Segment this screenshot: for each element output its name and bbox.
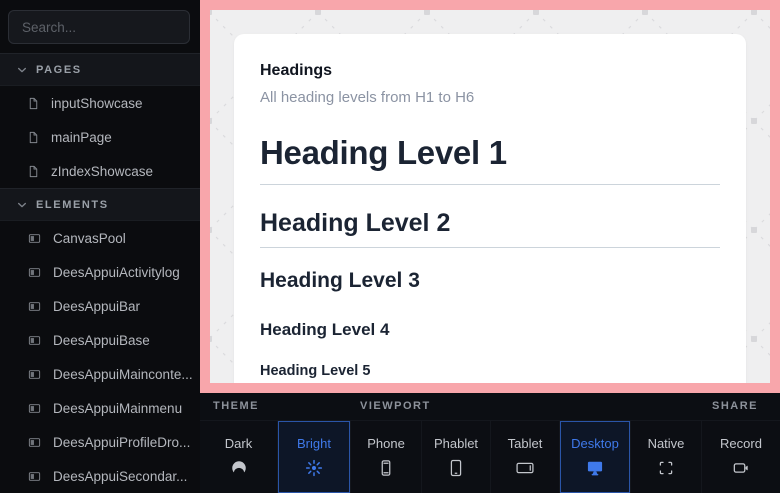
- sidebar-item-label: inputShowcase: [51, 96, 143, 111]
- tablet-icon: [515, 458, 535, 478]
- sidebar-item-deesappuimainmenu[interactable]: DeesAppuiMainmenu: [0, 391, 200, 425]
- button-label: Phone: [367, 436, 405, 451]
- sidebar-item-inputshowcase[interactable]: inputShowcase: [0, 86, 200, 120]
- phablet-viewport-button[interactable]: Phablet: [421, 421, 490, 493]
- sidebar-item-label: mainPage: [51, 130, 112, 145]
- sidebar-section-pages[interactable]: PAGES: [0, 53, 200, 86]
- sidebar-item-label: DeesAppuiBase: [53, 333, 150, 348]
- heading-level-5: Heading Level 5: [260, 364, 720, 379]
- section-label: ELEMENTS: [36, 199, 109, 211]
- element-icon: [27, 368, 42, 381]
- element-icon: [27, 300, 42, 313]
- button-label: Desktop: [571, 436, 619, 451]
- search-box: [0, 0, 200, 53]
- dark-theme-button[interactable]: Dark: [200, 421, 277, 493]
- tablet-viewport-button[interactable]: Tablet: [490, 421, 559, 493]
- sidebar: PAGES inputShowcase mainPage zIndexShowc…: [0, 0, 200, 493]
- divider: [260, 184, 720, 185]
- element-icon: [27, 402, 42, 415]
- button-label: Phablet: [434, 436, 478, 451]
- phone-viewport-button[interactable]: Phone: [350, 421, 421, 493]
- main-area: Headings All heading levels from H1 to H…: [200, 0, 780, 493]
- element-icon: [27, 334, 42, 347]
- toolbar-header: THEME VIEWPORT SHARE: [200, 393, 780, 420]
- app-root: PAGES inputShowcase mainPage zIndexShowc…: [0, 0, 780, 493]
- button-label: Bright: [297, 436, 331, 451]
- desktop-viewport-button[interactable]: Desktop: [559, 421, 630, 493]
- chevron-down-icon: [17, 66, 27, 74]
- record-video-icon: [731, 458, 751, 478]
- brightness-icon: [304, 458, 324, 478]
- sidebar-item-deesappuimainconte[interactable]: DeesAppuiMainconte...: [0, 357, 200, 391]
- bright-theme-button[interactable]: Bright: [277, 421, 350, 493]
- button-label: Dark: [225, 436, 252, 451]
- page-title: Headings: [260, 62, 720, 80]
- bottom-toolbar: THEME VIEWPORT SHARE Dark Bright: [200, 393, 780, 493]
- sidebar-item-label: DeesAppuiProfileDro...: [53, 435, 190, 450]
- toolbar-buttons: Dark Bright: [200, 420, 780, 493]
- sidebar-item-label: CanvasPool: [53, 231, 126, 246]
- viewport-group-label: VIEWPORT: [360, 400, 431, 412]
- heading-level-2: Heading Level 2: [260, 211, 720, 236]
- sidebar-item-canvaspool[interactable]: CanvasPool: [0, 221, 200, 255]
- page-subtitle: All heading levels from H1 to H6: [260, 89, 720, 106]
- heading-level-1: Heading Level 1: [260, 136, 720, 169]
- preview-viewport: Headings All heading levels from H1 to H…: [200, 0, 780, 393]
- moon-icon: [225, 455, 252, 482]
- sidebar-section-elements[interactable]: ELEMENTS: [0, 188, 200, 221]
- chevron-down-icon: [17, 201, 27, 209]
- file-icon: [27, 164, 40, 179]
- sidebar-item-label: DeesAppuiMainconte...: [53, 367, 193, 382]
- share-group-label: SHARE: [712, 400, 758, 412]
- record-share-button[interactable]: Record: [701, 421, 780, 493]
- element-icon: [27, 470, 42, 483]
- sidebar-item-deesappuiactivitylog[interactable]: DeesAppuiActivitylog: [0, 255, 200, 289]
- divider: [260, 247, 720, 248]
- sidebar-item-zindexshowcase[interactable]: zIndexShowcase: [0, 154, 200, 188]
- native-fullscreen-icon: [657, 458, 675, 478]
- sidebar-item-mainpage[interactable]: mainPage: [0, 120, 200, 154]
- native-viewport-button[interactable]: Native: [630, 421, 701, 493]
- button-label: Record: [720, 436, 762, 451]
- element-icon: [27, 232, 42, 245]
- section-label: PAGES: [36, 64, 82, 76]
- sidebar-item-deesappuiprofiledro[interactable]: DeesAppuiProfileDro...: [0, 425, 200, 459]
- file-icon: [27, 96, 40, 111]
- element-icon: [27, 436, 42, 449]
- file-icon: [27, 130, 40, 145]
- desktop-icon: [585, 458, 605, 478]
- sidebar-item-label: DeesAppuiMainmenu: [53, 401, 182, 416]
- preview-card: Headings All heading levels from H1 to H…: [234, 34, 746, 393]
- sidebar-item-deesappuisecondar[interactable]: DeesAppuiSecondar...: [0, 459, 200, 493]
- theme-group-label: THEME: [213, 400, 259, 412]
- phablet-icon: [446, 458, 466, 478]
- button-label: Tablet: [508, 436, 543, 451]
- element-icon: [27, 266, 42, 279]
- sidebar-item-label: DeesAppuiSecondar...: [53, 469, 187, 484]
- heading-level-3: Heading Level 3: [260, 270, 720, 291]
- sidebar-item-label: zIndexShowcase: [51, 164, 153, 179]
- sidebar-item-deesappuibar[interactable]: DeesAppuiBar: [0, 289, 200, 323]
- search-input[interactable]: [8, 10, 190, 44]
- button-label: Native: [648, 436, 685, 451]
- heading-level-4: Heading Level 4: [260, 321, 720, 338]
- phone-icon: [376, 458, 396, 478]
- sidebar-item-label: DeesAppuiBar: [53, 299, 140, 314]
- sidebar-item-deesappuibase[interactable]: DeesAppuiBase: [0, 323, 200, 357]
- sidebar-item-label: DeesAppuiActivitylog: [53, 265, 180, 280]
